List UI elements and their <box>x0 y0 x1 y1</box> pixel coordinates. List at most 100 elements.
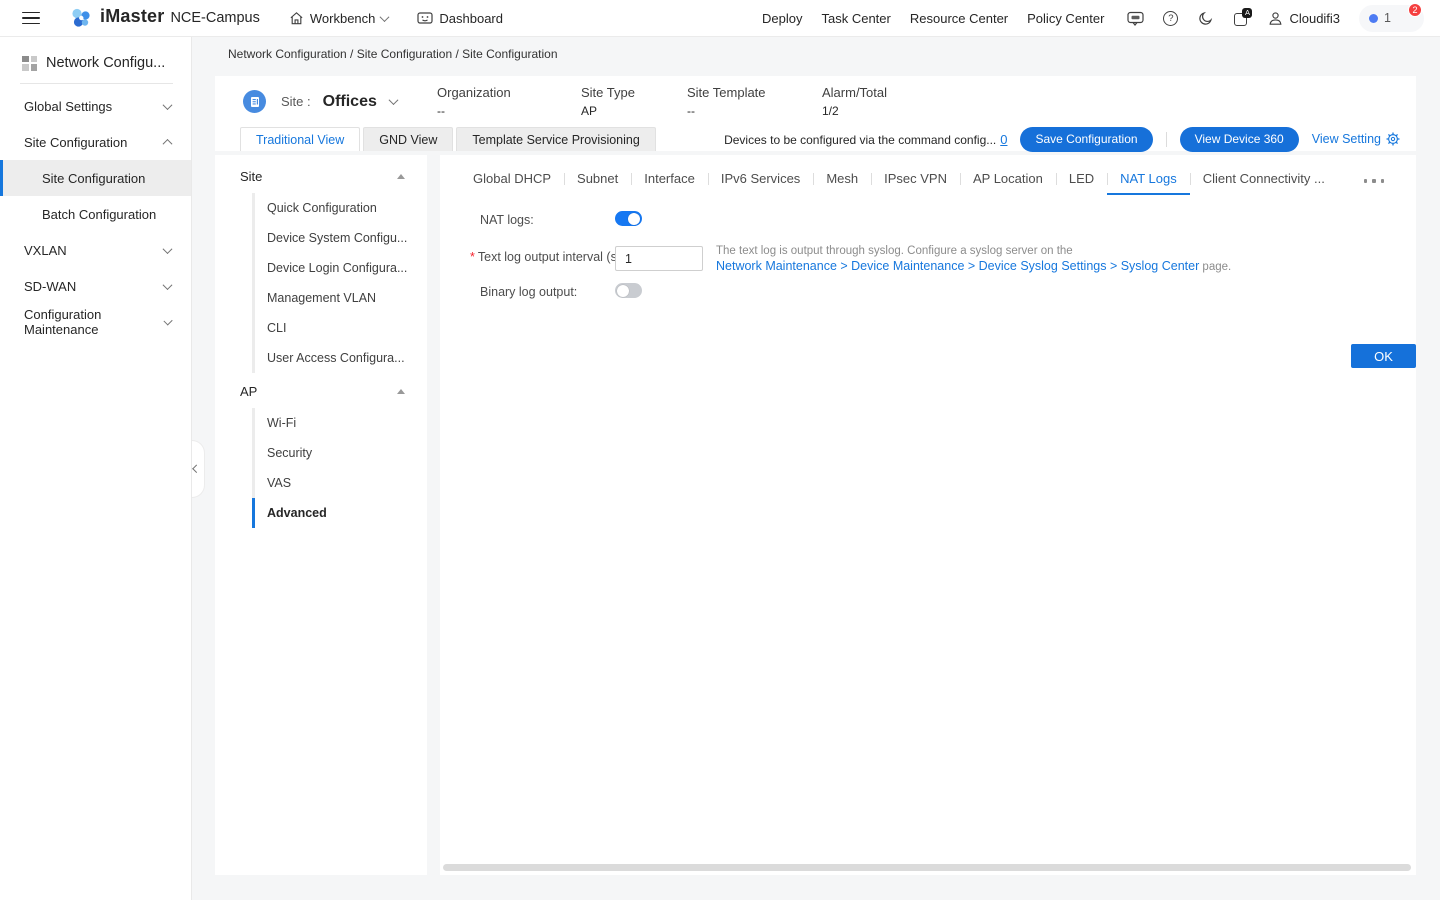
dark-mode-moon-icon[interactable] <box>1197 10 1214 27</box>
binary-log-toggle[interactable] <box>615 283 642 298</box>
tab-subnet[interactable]: Subnet <box>564 171 631 195</box>
dashboard-icon <box>417 11 433 26</box>
tree-group-site[interactable]: Site <box>215 163 427 190</box>
content-panel: Global DHCP Subnet Interface IPv6 Servic… <box>440 155 1416 875</box>
tree-item-management-vlan[interactable]: Management VLAN <box>252 283 427 313</box>
brand-name: iMaster <box>100 6 164 27</box>
main-area: Network Configuration / Site Configurati… <box>193 37 1440 900</box>
tab-template-service-provisioning[interactable]: Template Service Provisioning <box>456 127 655 151</box>
field-alarm-total: Alarm/Total 1/2 <box>822 85 887 118</box>
required-asterisk: * <box>470 250 475 264</box>
tab-ap-location[interactable]: AP Location <box>960 171 1056 195</box>
view-setting-link[interactable]: View Setting <box>1312 132 1400 146</box>
more-tabs-icon[interactable] <box>1364 179 1385 183</box>
tab-client-connectivity[interactable]: Client Connectivity ... <box>1190 171 1338 195</box>
app-grid-icon <box>22 56 37 71</box>
brand[interactable]: iMaster NCE-Campus <box>69 6 260 30</box>
left-sidebar: Network Configu... Global Settings Site … <box>0 37 192 900</box>
sidebar-divider <box>20 83 173 84</box>
breadcrumb: Network Configuration / Site Configurati… <box>228 47 558 61</box>
session-count: 1 <box>1384 11 1391 25</box>
home-icon <box>289 11 304 26</box>
tab-traditional-view[interactable]: Traditional View <box>240 127 360 151</box>
nav-resource-center[interactable]: Resource Center <box>910 11 1008 26</box>
topbar: iMaster NCE-Campus Workbench Dashboard D… <box>0 0 1440 37</box>
site-header-card: Site : Offices Organization -- Site Type… <box>215 76 1416 151</box>
tab-mesh[interactable]: Mesh <box>813 171 871 195</box>
chevron-left-icon <box>193 465 201 473</box>
view-device-360-button[interactable]: View Device 360 <box>1180 127 1299 152</box>
sidebar-item-site-configuration-group[interactable]: Site Configuration <box>0 124 191 160</box>
username: Cloudifi3 <box>1289 11 1340 26</box>
pending-devices-text: Devices to be configured via the command… <box>724 132 1007 147</box>
dashboard-menu[interactable]: Dashboard <box>417 11 503 26</box>
sidebar-collapse-handle[interactable] <box>192 440 205 498</box>
tree-item-user-access-configuration[interactable]: User Access Configura... <box>252 343 427 373</box>
chevron-down-icon <box>163 280 173 290</box>
apps-notification-icon[interactable]: A <box>1232 10 1249 27</box>
chevron-up-icon <box>163 138 173 148</box>
site-icon <box>243 90 266 113</box>
nat-logs-label: NAT logs: <box>480 213 534 227</box>
tree-item-quick-configuration[interactable]: Quick Configuration <box>252 193 427 223</box>
user-icon <box>1268 11 1283 26</box>
field-site-type: Site Type AP <box>581 85 635 118</box>
sidebar-item-global-settings[interactable]: Global Settings <box>0 88 191 124</box>
pending-devices-count[interactable]: 0 <box>1000 132 1007 147</box>
collapse-triangle-icon <box>397 389 405 394</box>
tab-nat-logs[interactable]: NAT Logs <box>1107 171 1190 195</box>
interval-label: *Text log output interval (s): <box>470 250 624 264</box>
collapse-triangle-icon <box>397 174 405 179</box>
tab-global-dhcp[interactable]: Global DHCP <box>460 171 564 195</box>
interval-hint: The text log is output through syslog. C… <box>716 245 1231 274</box>
syslog-center-link[interactable]: Network Maintenance > Device Maintenance… <box>716 259 1199 273</box>
nat-logs-toggle[interactable] <box>615 211 642 226</box>
config-tree-panel: Site Quick Configuration Device System C… <box>215 155 427 875</box>
sidebar-item-sd-wan[interactable]: SD-WAN <box>0 268 191 304</box>
feedback-icon[interactable] <box>1127 10 1144 27</box>
tab-gnd-view[interactable]: GND View <box>363 127 453 151</box>
gear-icon <box>1386 132 1400 146</box>
apps-badge: A <box>1242 8 1252 18</box>
tree-item-cli[interactable]: CLI <box>252 313 427 343</box>
sidebar-title: Network Configu... <box>0 37 191 83</box>
nav-policy-center[interactable]: Policy Center <box>1027 11 1104 26</box>
tree-group-ap[interactable]: AP <box>215 378 427 405</box>
sidebar-item-batch-configuration[interactable]: Batch Configuration <box>0 196 191 232</box>
tree-item-vas[interactable]: VAS <box>252 468 427 498</box>
nav-deploy[interactable]: Deploy <box>762 11 802 26</box>
workbench-label: Workbench <box>310 11 376 26</box>
chevron-down-icon <box>163 244 173 254</box>
tree-item-security[interactable]: Security <box>252 438 427 468</box>
tree-item-device-login-configuration[interactable]: Device Login Configura... <box>252 253 427 283</box>
tree-item-wifi[interactable]: Wi-Fi <box>252 408 427 438</box>
tree-item-advanced[interactable]: Advanced <box>252 498 427 528</box>
tab-interface[interactable]: Interface <box>631 171 708 195</box>
tab-ipsec-vpn[interactable]: IPsec VPN <box>871 171 960 195</box>
tree-item-device-system-configuration[interactable]: Device System Configu... <box>252 223 427 253</box>
sidebar-item-vxlan[interactable]: VXLAN <box>0 232 191 268</box>
content-tabs: Global DHCP Subnet Interface IPv6 Servic… <box>440 155 1416 195</box>
horizontal-scrollbar[interactable] <box>443 864 1411 871</box>
save-configuration-button[interactable]: Save Configuration <box>1020 127 1152 152</box>
chevron-down-icon <box>380 12 390 22</box>
status-pill[interactable]: 1 2 <box>1359 5 1424 32</box>
tab-led[interactable]: LED <box>1056 171 1107 195</box>
sidebar-title-label: Network Configu... <box>46 55 165 71</box>
sidebar-item-configuration-maintenance[interactable]: Configuration Maintenance <box>0 304 191 340</box>
chevron-down-icon <box>163 100 173 110</box>
field-site-template: Site Template -- <box>687 85 766 118</box>
user-menu[interactable]: Cloudifi3 <box>1268 11 1340 26</box>
ok-button[interactable]: OK <box>1351 344 1416 368</box>
hamburger-menu-icon[interactable] <box>22 12 40 25</box>
toolbar-divider <box>1166 132 1167 147</box>
nav-task-center[interactable]: Task Center <box>821 11 890 26</box>
sidebar-item-site-configuration[interactable]: Site Configuration <box>0 160 191 196</box>
interval-input[interactable] <box>615 246 703 271</box>
chevron-down-icon[interactable] <box>388 95 398 105</box>
tab-ipv6-services[interactable]: IPv6 Services <box>708 171 813 195</box>
workbench-menu[interactable]: Workbench <box>289 11 389 26</box>
site-name-dropdown[interactable]: Offices <box>323 93 377 111</box>
site-label: Site : <box>281 94 311 109</box>
help-icon[interactable]: ? <box>1162 10 1179 27</box>
